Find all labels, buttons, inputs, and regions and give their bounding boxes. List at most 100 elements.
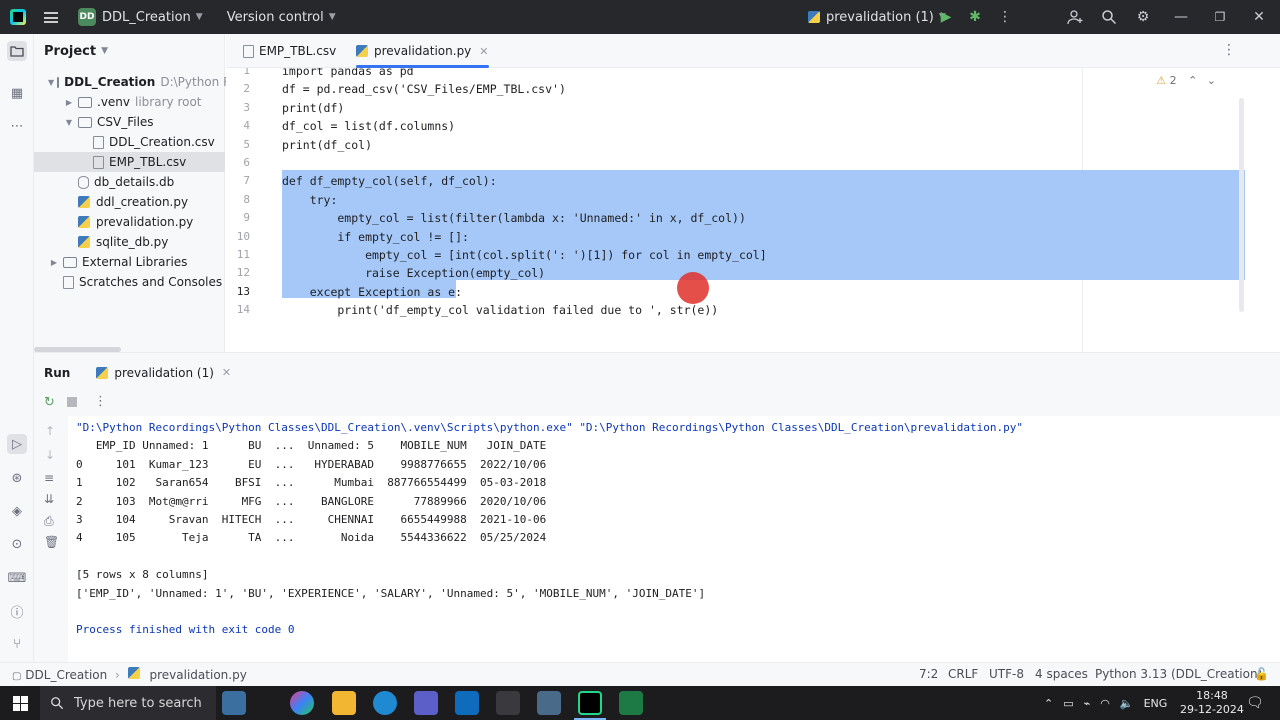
widget-icon[interactable] [222, 691, 246, 715]
search-placeholder: Type here to search [74, 695, 202, 711]
terminal-icon[interactable]: ⌨ [7, 568, 27, 588]
problems-icon[interactable]: ⓘ [7, 601, 27, 621]
project-tool-icon[interactable] [7, 41, 27, 61]
scroll-down-icon[interactable]: ↓ [45, 448, 55, 462]
stop-icon[interactable] [67, 397, 77, 407]
rerun-icon[interactable]: ↻ [44, 395, 55, 410]
line-separator[interactable]: CRLF [948, 667, 978, 681]
inspection-widget[interactable]: ⚠ 2 ⌃ ⌄ [1156, 74, 1216, 87]
tree-item[interactable]: ddl_creation.py [34, 192, 225, 212]
run-tool-icon[interactable]: ▷ [7, 434, 27, 454]
chevron-down-icon: ▼ [101, 46, 108, 56]
tree-item[interactable]: ▼ DDL_Creation D:\Python R [34, 72, 231, 92]
pycharm-taskbar-icon[interactable] [578, 691, 602, 715]
search-icon [51, 697, 64, 710]
more-actions-icon[interactable]: ⋮ [996, 8, 1014, 26]
tree-item[interactable]: ▶ External Libraries [34, 252, 225, 272]
tree-item[interactable]: EMP_TBL.csv [34, 152, 225, 172]
module-icon: ▢ [12, 671, 22, 682]
search-icon[interactable] [1100, 8, 1118, 26]
notification-icon[interactable]: 🗨 [1246, 695, 1264, 711]
indent-setting[interactable]: 4 spaces [1035, 667, 1088, 681]
settings-gear-icon[interactable]: ⚙ [1134, 8, 1152, 26]
tab-actions-icon[interactable]: ⋮ [1222, 42, 1236, 58]
tree-item[interactable]: sqlite_db.py [34, 232, 225, 252]
clock-date: 29-12-2024 [1180, 703, 1244, 716]
git-icon[interactable]: ⑂ [7, 634, 27, 654]
python-packages-icon[interactable]: ⊛ [7, 468, 27, 488]
teams-icon[interactable] [414, 691, 438, 715]
debug-icon[interactable]: ✱ [966, 8, 984, 26]
file-explorer-icon[interactable] [332, 691, 356, 715]
chevron-down-icon[interactable]: ▼ [48, 78, 54, 87]
tree-item[interactable]: ▼ CSV_Files [34, 112, 225, 132]
code-line: print(df_col) [282, 137, 373, 152]
language-indicator[interactable]: ENG [1144, 697, 1168, 710]
clock[interactable]: 18:48 29-12-2024 [1180, 686, 1244, 720]
run-icon[interactable]: ▶ [937, 8, 955, 26]
layers-icon[interactable]: ◈ [7, 501, 27, 521]
taskbar-search[interactable]: Type here to search [40, 686, 216, 720]
services-icon[interactable]: ⊙ [7, 534, 27, 554]
trash-icon[interactable]: 🗑 [44, 535, 59, 549]
code-editor[interactable]: 1 import pandas as pd 2 df = pd.read_csv('C… [226, 68, 1280, 352]
code-line: raise Exception(empty_col) [282, 266, 546, 281]
project-switcher[interactable]: DDL_Creation [102, 10, 191, 25]
tree-item[interactable]: prevalidation.py [34, 212, 225, 232]
close-icon[interactable]: ✕ [1250, 8, 1268, 26]
scroll-to-end-icon[interactable]: ⇊ [44, 492, 54, 506]
copilot-icon[interactable] [290, 691, 314, 715]
python-interpreter[interactable]: Python 3.13 (DDL_Creation) [1095, 667, 1262, 681]
tree-item[interactable]: ▶ .venv library root [34, 92, 225, 112]
tree-item[interactable]: Scratches and Consoles [34, 272, 225, 292]
restore-icon[interactable]: ❐ [1211, 8, 1229, 26]
lock-icon[interactable]: 🔓 [1254, 667, 1269, 681]
close-tab-icon[interactable]: ✕ [222, 366, 231, 379]
run-tab[interactable]: prevalidation (1) ✕ [96, 366, 231, 380]
project-panel-header[interactable]: Project ▼ [34, 34, 224, 68]
minimize-icon[interactable]: — [1172, 8, 1190, 26]
run-console[interactable]: "D:\Python Recordings\Python Classes\DDL… [68, 416, 1280, 662]
main-menu-icon[interactable] [44, 11, 58, 23]
more-tools-icon[interactable]: ⋯ [7, 116, 27, 136]
file-encoding[interactable]: UTF-8 [989, 667, 1024, 681]
edge-icon[interactable] [373, 691, 397, 715]
editor-scrollbar[interactable] [1239, 98, 1244, 312]
volume-icon[interactable]: 🔈 [1120, 697, 1134, 710]
scroll-up-icon[interactable]: ↑ [45, 424, 55, 438]
tab-prevalidation-py[interactable]: prevalidation.py ✕ [356, 34, 489, 68]
close-tab-icon[interactable]: ✕ [479, 45, 488, 58]
chevron-right-icon[interactable]: ▶ [63, 98, 75, 107]
csv-file-icon [93, 155, 104, 169]
windows-start-icon[interactable] [13, 696, 28, 711]
line-number: 4 [243, 119, 250, 133]
app-icon[interactable] [537, 691, 561, 715]
tree-item[interactable]: db_details.db [34, 172, 225, 192]
project-badge[interactable]: DD [78, 8, 96, 26]
soft-wrap-icon[interactable]: ≡ [44, 471, 54, 485]
chevron-right-icon[interactable]: ▶ [48, 258, 60, 267]
wifi-icon[interactable]: ◠ [1100, 697, 1110, 710]
version-control-menu[interactable]: Version control [227, 10, 324, 25]
chevron-up-icon[interactable]: ⌃ [1188, 74, 1197, 87]
run-config-selector[interactable]: prevalidation (1) ▼ [808, 0, 946, 34]
add-user-icon[interactable] [1066, 8, 1084, 26]
tree-item[interactable]: DDL_Creation.csv [34, 132, 225, 152]
structure-tool-icon[interactable]: ▦ [7, 83, 27, 103]
chevron-down-icon[interactable]: ⌄ [1207, 74, 1216, 87]
chevron-down-icon[interactable]: ▼ [63, 118, 75, 127]
breadcrumb[interactable]: ▢ DDL_Creation › prevalidation.py [12, 667, 247, 682]
excel-icon[interactable] [619, 691, 643, 715]
battery-icon[interactable]: ▭ [1063, 697, 1073, 710]
caret-position[interactable]: 7:2 [919, 667, 938, 681]
terminal-app-icon[interactable] [496, 691, 520, 715]
more-icon[interactable]: ⋮ [94, 394, 107, 409]
show-hidden-icon[interactable]: ⌃ [1044, 697, 1053, 710]
print-icon[interactable]: ⎙ [44, 514, 54, 529]
tab-emp-tbl-csv[interactable]: EMP_TBL.csv [240, 34, 336, 68]
breadcrumb-project[interactable]: DDL_Creation [25, 668, 107, 682]
outlook-icon[interactable] [455, 691, 479, 715]
network-icon[interactable]: ⌁ [1084, 697, 1091, 710]
breadcrumb-file[interactable]: prevalidation.py [150, 668, 247, 682]
console-line: 1 102 Saran654 BFSI ... Mumbai 887766554… [76, 476, 547, 490]
